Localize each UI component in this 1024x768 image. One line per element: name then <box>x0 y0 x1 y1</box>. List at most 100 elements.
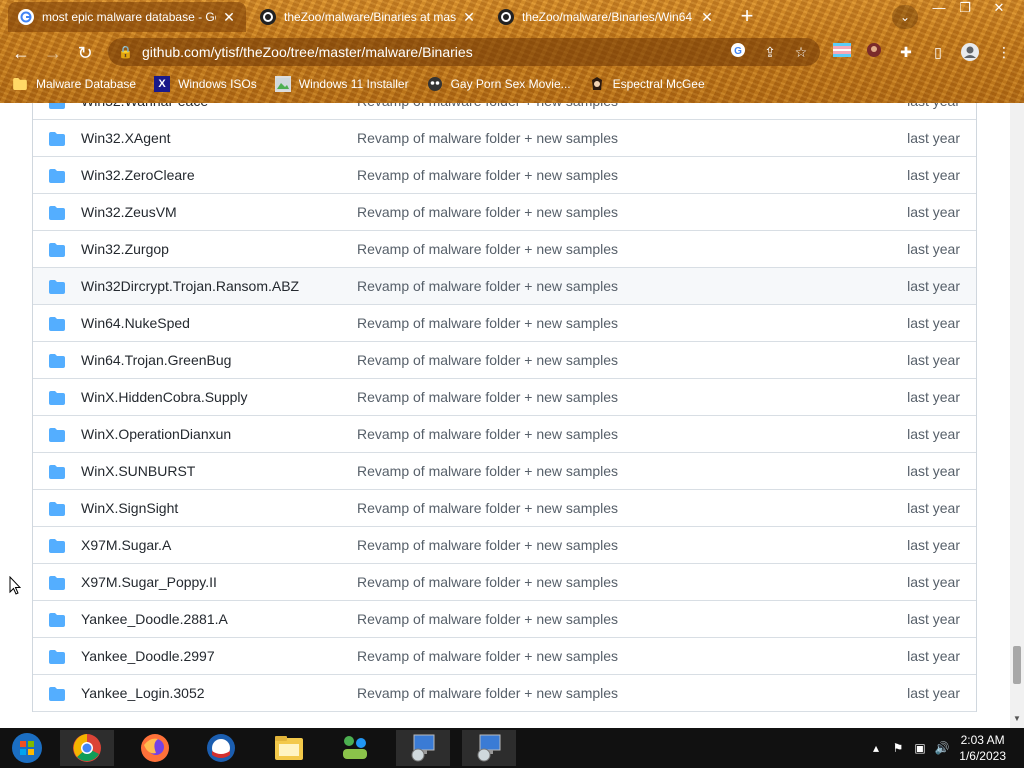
table-row[interactable]: Yankee_Login.3052 Revamp of malware folde… <box>33 675 976 712</box>
commit-message-link[interactable]: Revamp of malware folder + new samples <box>357 574 618 590</box>
back-button[interactable]: ← <box>8 40 34 66</box>
tab-search-chevron-icon[interactable]: ⌄ <box>892 5 918 29</box>
table-row[interactable]: X97M.Sugar_Poppy.II Revamp of malware fol… <box>33 564 976 601</box>
bookmark-gay-porn-sex-movie[interactable]: Gay Porn Sex Movie... <box>427 76 571 92</box>
table-row[interactable]: WinX.OperationDianxun Revamp of malware f… <box>33 416 976 453</box>
bookmark-malware-database[interactable]: Malware Database <box>12 76 136 92</box>
extensions-puzzle-icon[interactable]: ✚ <box>896 42 916 62</box>
google-icon <box>18 9 34 25</box>
commit-message-link[interactable]: Revamp of malware folder + new samples <box>357 103 618 109</box>
table-row[interactable]: Win32.Zurgop Revamp of malware folder + n… <box>33 231 976 268</box>
profile-icon[interactable] <box>960 42 980 62</box>
commit-message-link[interactable]: Revamp of malware folder + new samples <box>357 278 618 294</box>
folder-name-link[interactable]: Yankee_Doodle.2881.A <box>81 611 228 627</box>
volume-icon[interactable]: 🔊 <box>934 740 950 756</box>
commit-message-link[interactable]: Revamp of malware folder + new samples <box>357 204 618 220</box>
taskbar-remote-desktop-1[interactable] <box>396 730 450 766</box>
lock-icon[interactable]: 🔒 <box>118 45 133 59</box>
page-scrollbar[interactable]: ▼ <box>1010 103 1024 728</box>
table-row[interactable]: Win32.ZeroCleare Revamp of malware folder… <box>33 157 976 194</box>
folder-name-link[interactable]: Win64.NukeSped <box>81 315 190 331</box>
table-row[interactable]: Win64.NukeSped Revamp of malware folder +… <box>33 305 976 342</box>
folder-name-link[interactable]: X97M.Sugar.A <box>81 537 171 553</box>
folder-name-link[interactable]: WinX.OperationDianxun <box>81 426 231 442</box>
taskbar-file-explorer[interactable] <box>262 730 316 766</box>
table-row[interactable]: WinX.HiddenCobra.Supply Revamp of malware… <box>33 379 976 416</box>
show-hidden-icons-chevron-icon[interactable]: ▴ <box>868 740 884 756</box>
close-tab-icon[interactable]: ✕ <box>222 9 236 26</box>
network-icon[interactable]: ▣ <box>912 740 928 756</box>
table-row[interactable]: Win32.ZeusVM Revamp of malware folder + n… <box>33 194 976 231</box>
folder-name-link[interactable]: Yankee_Login.3052 <box>81 685 205 701</box>
table-row[interactable]: Yankee_Doodle.2881.A Revamp of malware fo… <box>33 601 976 638</box>
commit-message-link[interactable]: Revamp of malware folder + new samples <box>357 648 618 664</box>
forward-button[interactable]: → <box>40 40 66 66</box>
x-icon: X <box>154 76 171 92</box>
tab-github-win64[interactable]: theZoo/malware/Binaries/Win64 ✕ <box>488 2 724 32</box>
close-tab-icon[interactable]: ✕ <box>462 9 476 26</box>
bookmark-windows-11-installer[interactable]: Windows 11 Installer <box>274 76 409 92</box>
address-bar[interactable]: 🔒 github.com/ytisf/theZoo/tree/master/ma… <box>108 38 820 66</box>
commit-message-link[interactable]: Revamp of malware folder + new samples <box>357 352 618 368</box>
folder-name-link[interactable]: WinX.SignSight <box>81 500 178 516</box>
commit-message-link[interactable]: Revamp of malware folder + new samples <box>357 685 618 701</box>
taskbar-clock[interactable]: 2:03 AM 1/6/2023 <box>959 732 1006 764</box>
minimize-button[interactable]: — <box>926 0 952 18</box>
commit-message-link[interactable]: Revamp of malware folder + new samples <box>357 315 618 331</box>
extension-avatar-icon[interactable] <box>864 42 884 62</box>
tab-google-search[interactable]: most epic malware database - Goo ✕ <box>8 2 246 32</box>
folder-name-link[interactable]: Win32.Zurgop <box>81 241 169 257</box>
taskbar-obama-app[interactable] <box>194 730 248 766</box>
menu-kebab-icon[interactable]: ⋮ <box>994 42 1014 62</box>
commit-age: last year <box>907 241 960 257</box>
table-row[interactable]: Yankee_Doodle.2997 Revamp of malware fold… <box>33 638 976 675</box>
folder-name-link[interactable]: Win64.Trojan.GreenBug <box>81 352 231 368</box>
folder-name-link[interactable]: X97M.Sugar_Poppy.II <box>81 574 217 590</box>
extension-flag-icon[interactable] <box>832 42 852 62</box>
commit-message-link[interactable]: Revamp of malware folder + new samples <box>357 537 618 553</box>
folder-name-link[interactable]: Win32.ZeroCleare <box>81 167 195 183</box>
table-row[interactable]: Win32Dircrypt.Trojan.Ransom.ABZ Revamp of… <box>33 268 976 305</box>
bookmark-espectral-mcgee[interactable]: Espectral McGee <box>589 76 705 92</box>
close-window-button[interactable]: ✕ <box>986 0 1012 18</box>
folder-name-link[interactable]: Win32.XAgent <box>81 130 171 146</box>
table-row[interactable]: Win32.XAgent Revamp of malware folder + n… <box>33 120 976 157</box>
folder-name-link[interactable]: WinX.SUNBURST <box>81 463 195 479</box>
reload-button[interactable]: ↻ <box>72 40 98 66</box>
folder-name-link[interactable]: Win32.ZeusVM <box>81 204 177 220</box>
bookmark-star-icon[interactable]: ☆ <box>791 42 811 62</box>
taskbar-chrome[interactable] <box>60 730 114 766</box>
commit-message-link[interactable]: Revamp of malware folder + new samples <box>357 130 618 146</box>
share-icon[interactable]: ⇪ <box>760 42 780 62</box>
commit-message-link[interactable]: Revamp of malware folder + new samples <box>357 241 618 257</box>
table-row[interactable]: Win32.WannaPeace Revamp of malware folder… <box>33 103 976 120</box>
scroll-down-arrow-icon[interactable]: ▼ <box>1013 715 1021 723</box>
folder-name-link[interactable]: Yankee_Doodle.2997 <box>81 648 215 664</box>
taskbar-firefox[interactable] <box>128 730 182 766</box>
commit-message-link[interactable]: Revamp of malware folder + new samples <box>357 463 618 479</box>
commit-message-link[interactable]: Revamp of malware folder + new samples <box>357 500 618 516</box>
tab-github-binaries[interactable]: theZoo/malware/Binaries at mast ✕ <box>250 2 486 32</box>
table-row[interactable]: Win64.Trojan.GreenBug Revamp of malware f… <box>33 342 976 379</box>
folder-name-link[interactable]: Win32.WannaPeace <box>81 103 208 109</box>
new-tab-button[interactable]: + <box>736 5 758 28</box>
commit-message-link[interactable]: Revamp of malware folder + new samples <box>357 611 618 627</box>
table-row[interactable]: X97M.Sugar.A Revamp of malware folder + n… <box>33 527 976 564</box>
table-row[interactable]: WinX.SUNBURST Revamp of malware folder + … <box>33 453 976 490</box>
google-lens-icon[interactable]: G <box>728 42 748 62</box>
commit-message-link[interactable]: Revamp of malware folder + new samples <box>357 389 618 405</box>
bookmark-windows-isos[interactable]: X Windows ISOs <box>154 76 257 92</box>
table-row[interactable]: WinX.SignSight Revamp of malware folder +… <box>33 490 976 527</box>
side-panel-icon[interactable]: ▯ <box>928 42 948 62</box>
restore-button[interactable]: ❐ <box>952 0 978 18</box>
commit-message-link[interactable]: Revamp of malware folder + new samples <box>357 167 618 183</box>
taskbar-network-app[interactable] <box>328 730 382 766</box>
folder-name-link[interactable]: WinX.HiddenCobra.Supply <box>81 389 248 405</box>
taskbar-remote-desktop-2[interactable] <box>462 730 516 766</box>
scrollbar-thumb[interactable] <box>1013 646 1021 684</box>
start-button[interactable] <box>0 730 54 766</box>
commit-message-link[interactable]: Revamp of malware folder + new samples <box>357 426 618 442</box>
close-tab-icon[interactable]: ✕ <box>700 9 714 26</box>
action-center-flag-icon[interactable]: ⚑ <box>890 740 906 756</box>
folder-name-link[interactable]: Win32Dircrypt.Trojan.Ransom.ABZ <box>81 278 299 294</box>
